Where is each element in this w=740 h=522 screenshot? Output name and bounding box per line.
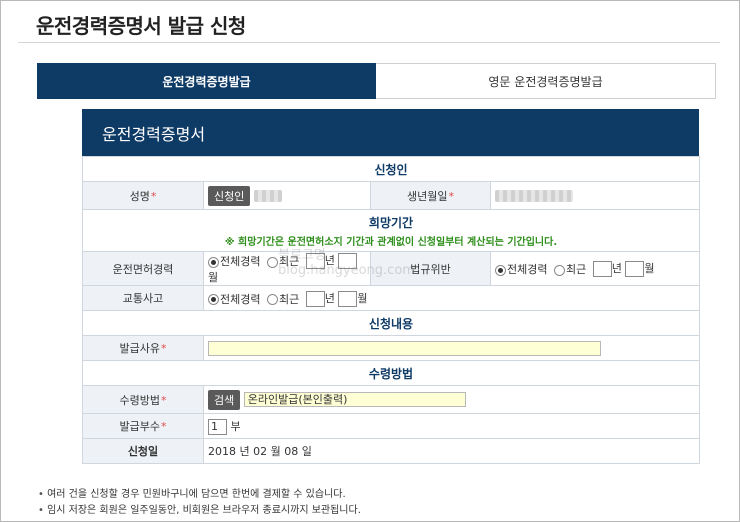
accident-label: 교통사고 <box>82 285 204 311</box>
license-record-label: 운전면허경력 <box>82 251 204 286</box>
name-label: 성명* <box>82 181 204 210</box>
form-header: 운전경력증명서 <box>82 109 699 156</box>
license-all-radio[interactable] <box>208 256 219 268</box>
reason-field <box>203 335 700 361</box>
tab-bar: 운전경력증명발급 영문 운전경력증명발급 <box>37 63 716 99</box>
section-content: 신청내용 <box>82 310 700 336</box>
form-table: 신청인 성명* 신청인 생년월일* 희망기간 ※ 희망기간은 운전면허소지 기간… <box>82 156 700 464</box>
copies-input[interactable]: 1 <box>208 418 227 435</box>
birth-redacted <box>495 190 573 202</box>
violation-months-input[interactable] <box>625 261 645 277</box>
violation-options: 전체경력 최근 년 월 <box>490 251 700 286</box>
section-period: 희망기간 ※ 희망기간은 운전면허소지 기간과 관계없이 신청일부터 계산되는 … <box>82 209 700 252</box>
violation-recent-radio[interactable] <box>553 264 565 276</box>
period-note: ※ 희망기간은 운전면허소지 기간과 관계없이 신청일부터 계산되는 기간입니다… <box>224 236 558 248</box>
period-title: 희망기간 <box>368 215 414 230</box>
note-item: 여러 건을 신청할 경우 민원바구니에 담으면 한번에 결제할 수 있습니다. <box>38 487 361 503</box>
name-field: 신청인 <box>203 181 371 210</box>
date-label: 신청일 <box>82 438 204 464</box>
license-months-input[interactable] <box>338 253 358 269</box>
accident-options: 전체경력 최근 년 월 <box>203 285 700 311</box>
copies-field: 1 부 <box>203 413 700 439</box>
tab-english-driving-record[interactable]: 영문 운전경력증명발급 <box>376 63 716 99</box>
reason-input[interactable] <box>208 340 601 356</box>
applicant-button[interactable]: 신청인 <box>208 185 251 206</box>
section-receipt: 수령방법 <box>82 360 700 386</box>
accident-recent-radio[interactable] <box>266 294 278 305</box>
method-input[interactable]: 온라인발급(본인출력) <box>243 392 466 407</box>
method-field: 검색 온라인발급(본인출력) <box>203 385 700 414</box>
accident-months-input[interactable] <box>338 290 358 307</box>
accident-all-radio[interactable] <box>208 294 219 305</box>
application-form: 운전경력증명서 신청인 성명* 신청인 생년월일* 희망기간 ※ 희망기간은 운… <box>82 109 700 464</box>
violation-all-radio[interactable] <box>495 264 506 276</box>
title-divider <box>18 42 720 43</box>
tab-driving-record[interactable]: 운전경력증명발급 <box>37 63 376 99</box>
violation-years-input[interactable] <box>592 261 612 277</box>
date-value: 2018 년 02 월 08 일 <box>203 438 700 464</box>
reason-label: 발급사유* <box>82 335 204 361</box>
method-label: 수령방법* <box>82 385 204 414</box>
page-title: 운전경력증명서 발급 신청 <box>36 14 246 38</box>
birth-label: 생년월일* <box>370 181 491 210</box>
section-applicant: 신청인 <box>82 156 700 182</box>
copies-label: 발급부수* <box>82 413 204 439</box>
birth-field <box>490 181 700 210</box>
license-record-options: 전체경력 최근 년 월 <box>203 251 371 286</box>
violation-label: 법규위반 <box>370 251 491 286</box>
accident-years-input[interactable] <box>305 290 325 307</box>
license-recent-radio[interactable] <box>266 256 278 268</box>
name-redacted <box>253 189 282 202</box>
license-years-input[interactable] <box>305 253 325 269</box>
search-button[interactable]: 검색 <box>208 389 241 410</box>
notes-list: 여러 건을 신청할 경우 민원바구니에 담으면 한번에 결제할 수 있습니다. … <box>38 487 361 519</box>
copies-unit: 부 <box>230 419 241 433</box>
note-item: 임시 저장은 회원은 일주일동안, 비회원은 브라우저 종료시까지 보관됩니다. <box>38 503 361 519</box>
